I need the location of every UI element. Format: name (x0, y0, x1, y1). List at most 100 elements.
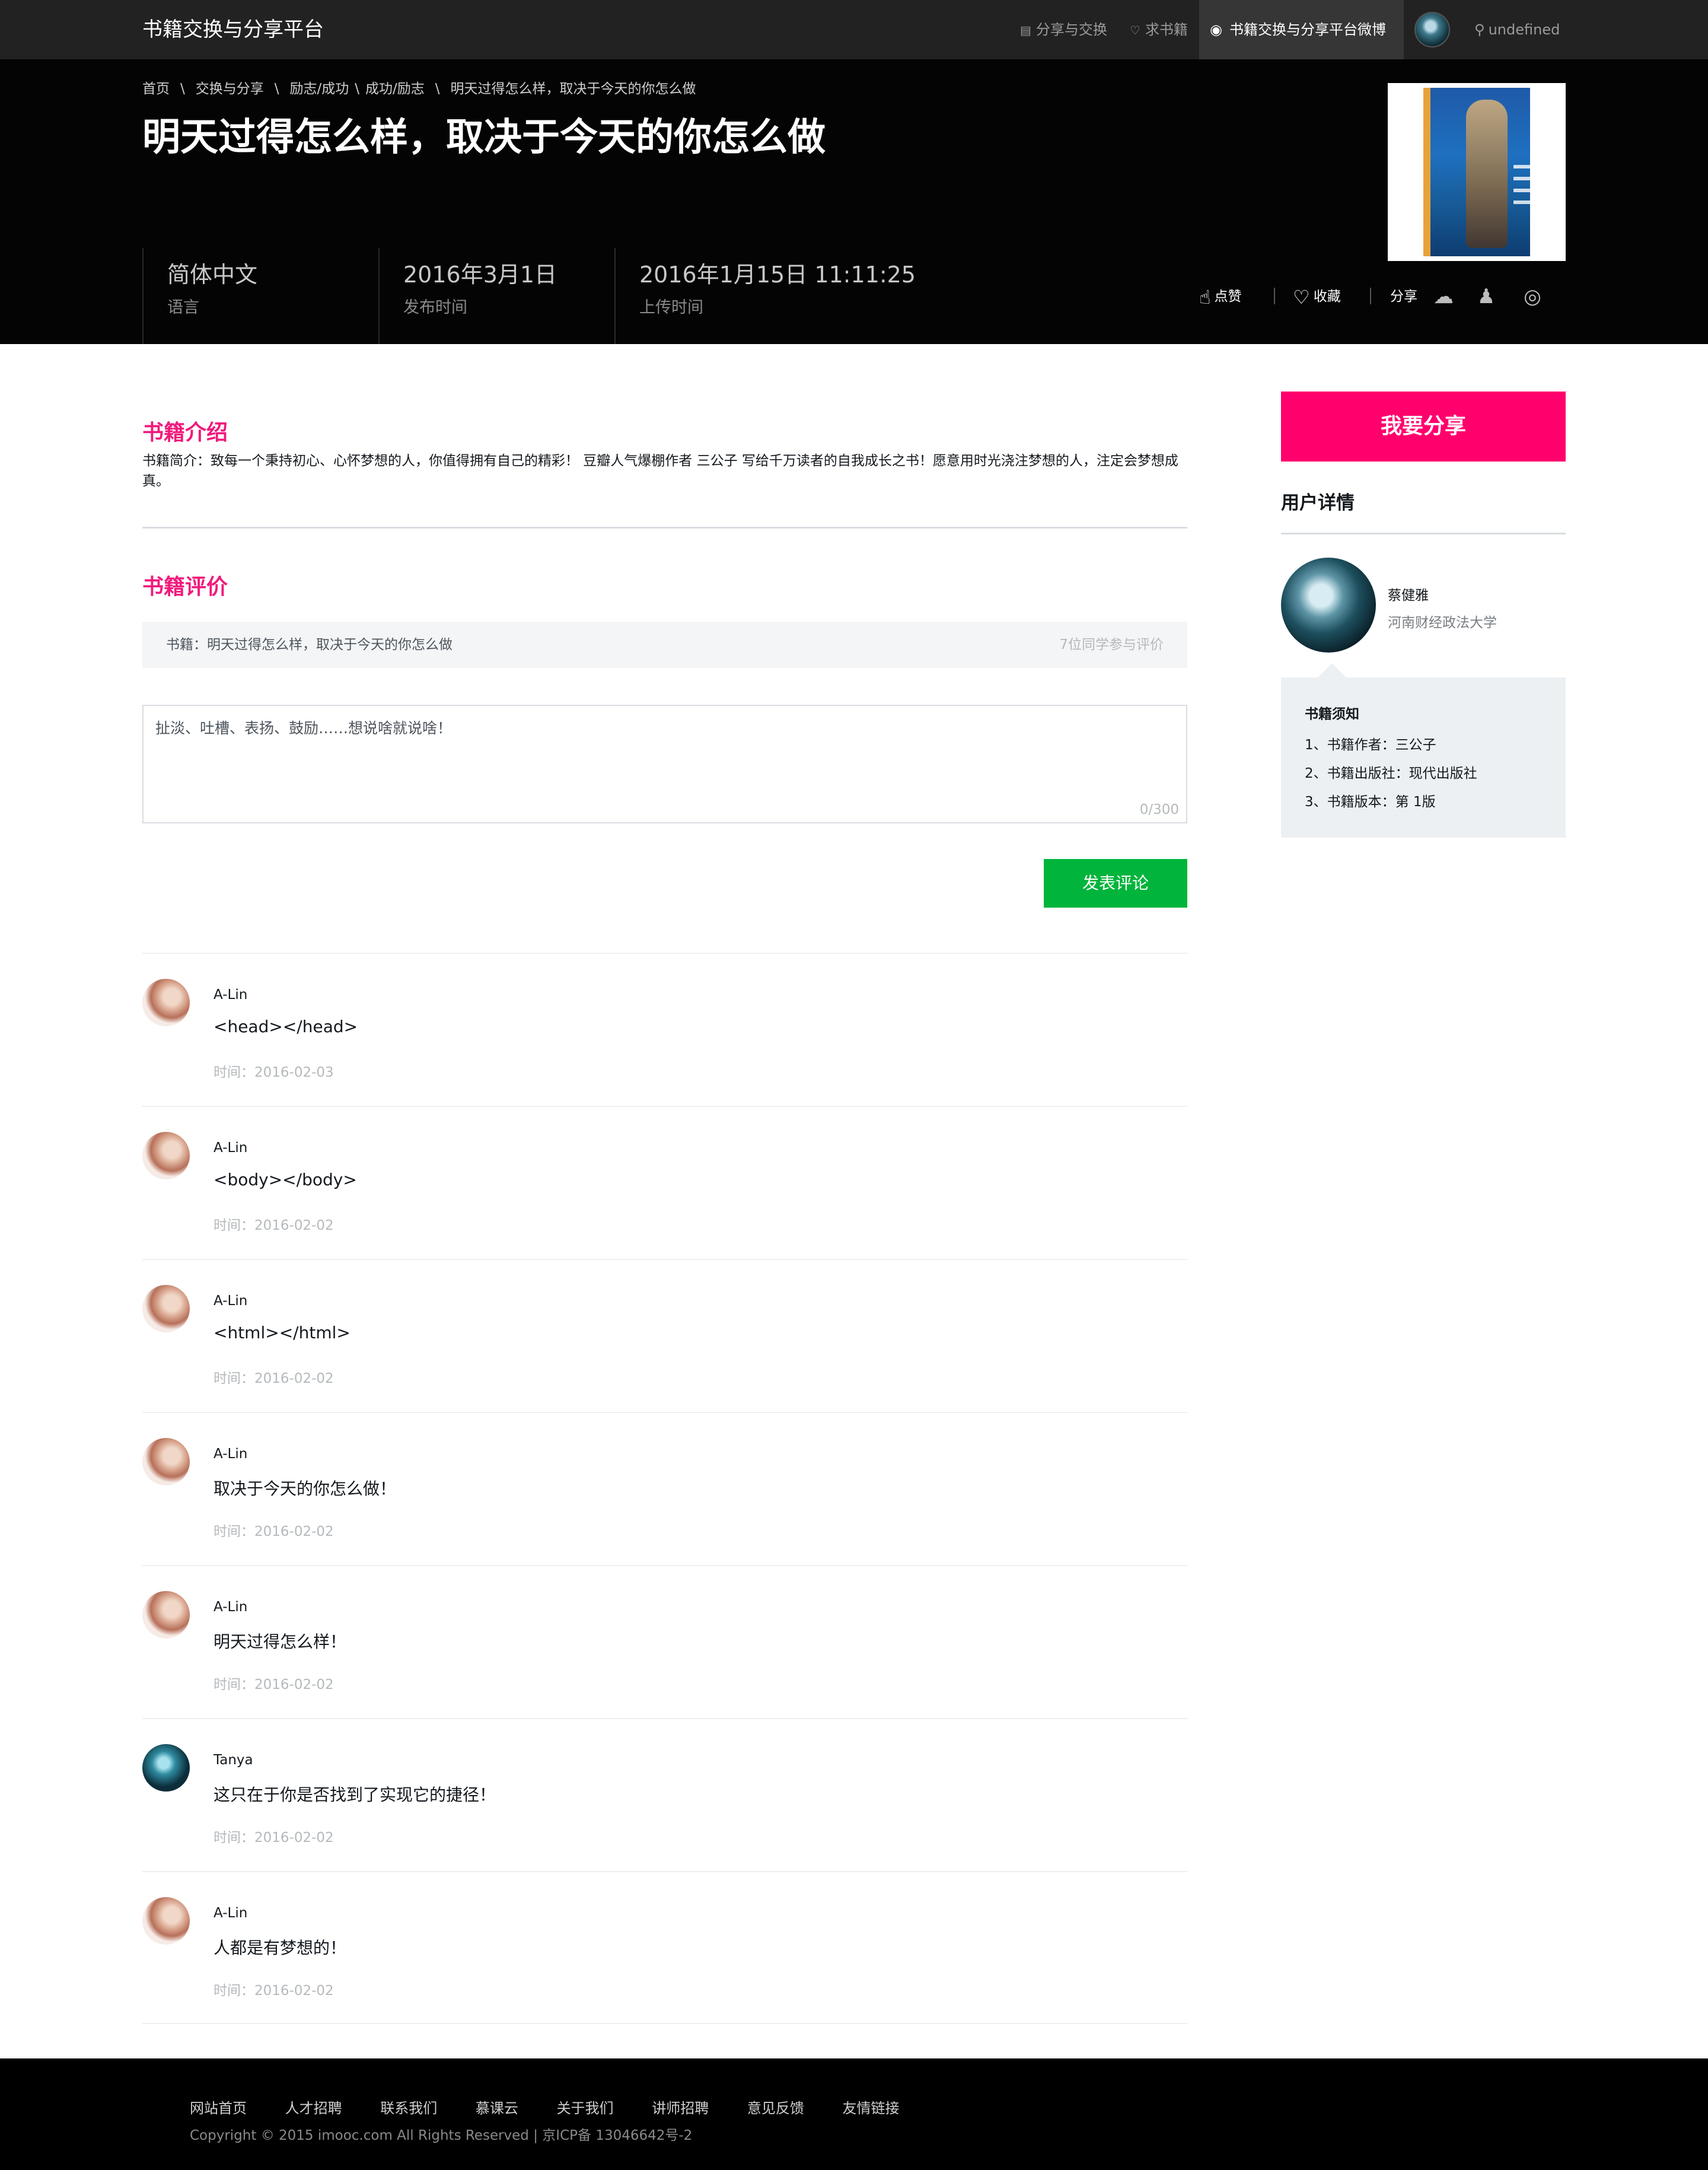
commenter-name[interactable]: A-Lin (214, 1905, 247, 1921)
divider (1281, 533, 1566, 534)
favorite-button[interactable]: ♡ 收藏 (1293, 285, 1341, 308)
footer-link-jobs[interactable]: 人才招聘 (285, 2100, 342, 2117)
comment-text: <body></body> (214, 1170, 357, 1189)
book-icon: ▤ (1020, 23, 1031, 37)
breadcrumb: 首页 \ 交换与分享 \ 励志/成功 \ 成功/励志 \ 明天过得怎么样，取决于今天的你怎么做 (142, 77, 696, 97)
footer-links: 网站首页 人才招聘 联系我们 慕课云 关于我们 讲师招聘 意见反馈 友情链接 (190, 2096, 933, 2117)
commenter-name[interactable]: A-Lin (214, 1599, 247, 1615)
footer-link-contact[interactable]: 联系我们 (380, 2100, 437, 2117)
commenter-name[interactable]: A-Lin (214, 1293, 247, 1309)
meta-language-label: 语言 (167, 298, 199, 317)
comment-item: A-Lin 取决于今天的你怎么做！ 时间：2016-02-02 (142, 1412, 1187, 1565)
footer-link-friends[interactable]: 友情链接 (842, 2100, 899, 2117)
breadcrumb-separator: \ (180, 81, 185, 97)
book-cover-image (1423, 88, 1537, 256)
submit-comment-button[interactable]: 发表评论 (1044, 859, 1187, 908)
breadcrumb-category[interactable]: 励志/成功 (290, 81, 349, 97)
comment-text: <html></html> (214, 1323, 350, 1342)
commenter-avatar[interactable] (142, 1438, 190, 1485)
comment-time: 时间：2016-02-02 (214, 1983, 334, 1999)
comment-textarea[interactable]: 扯淡、吐槽、表扬、鼓励……想说啥就说啥！ 0/300 (142, 705, 1187, 823)
footer-link-teachers[interactable]: 讲师招聘 (652, 2100, 709, 2117)
comment-text: <head></head> (214, 1017, 358, 1036)
divider (1370, 288, 1371, 304)
comment-time: 时间：2016-02-03 (214, 1065, 334, 1080)
like-button[interactable]: ☝ 点赞 (1199, 285, 1241, 308)
comment-time: 时间：2016-02-02 (214, 1677, 334, 1692)
breadcrumb-separator: \ (435, 81, 440, 97)
book-notice-box: 书籍须知 1、书籍作者：三公子 2、书籍出版社：现代出版社 3、书籍版本：第 1… (1281, 677, 1566, 838)
commenter-avatar[interactable] (142, 1285, 190, 1332)
comment-text: 这只在于你是否找到了实现它的捷径！ (214, 1785, 496, 1805)
footer-copyright: Copyright © 2015 imooc.com All Rights Re… (190, 2128, 693, 2143)
comment-time: 时间：2016-02-02 (214, 1524, 334, 1539)
location-pin-icon: ⚲ (1474, 21, 1485, 38)
meta-upload-value: 2016年1月15日 11:11:25 (639, 262, 916, 288)
notice-publisher: 2、书籍出版社：现代出版社 (1305, 766, 1477, 781)
commenter-avatar[interactable] (142, 1591, 190, 1638)
divider (142, 527, 1187, 529)
comment-placeholder: 扯淡、吐槽、表扬、鼓励……想说啥就说啥！ (155, 720, 453, 737)
comment-text: 取决于今天的你怎么做！ (214, 1479, 397, 1498)
meta-upload-label: 上传时间 (639, 298, 703, 317)
intro-title: 书籍介绍 (142, 421, 228, 445)
user-avatar[interactable] (1281, 558, 1376, 653)
comment-time: 时间：2016-02-02 (214, 1371, 334, 1386)
commenter-avatar[interactable] (142, 1897, 190, 1945)
commenter-avatar[interactable] (142, 979, 190, 1026)
qq-icon[interactable]: ♟ (1474, 286, 1498, 307)
meta-publish-label: 发布时间 (403, 298, 467, 317)
nav-request-books[interactable]: ♡ 求书籍 (1130, 0, 1188, 59)
breadcrumb-separator: \ (355, 81, 359, 97)
wechat-icon[interactable]: ☁ (1432, 286, 1455, 307)
user-details-title: 用户详情 (1281, 492, 1355, 514)
breadcrumb-separator: \ (274, 81, 279, 97)
commenter-name[interactable]: A-Lin (214, 1140, 247, 1156)
comment-item: Tanya 这只在于你是否找到了实现它的捷径！ 时间：2016-02-02 (142, 1718, 1187, 1871)
notice-title: 书籍须知 (1305, 707, 1359, 722)
commenter-name[interactable]: A-Lin (214, 987, 247, 1003)
nav-share-exchange[interactable]: ▤ 分享与交换 (1020, 0, 1107, 59)
commenter-avatar[interactable] (142, 1132, 190, 1179)
meta-publish-value: 2016年3月1日 (403, 262, 557, 288)
divider (142, 2023, 1187, 2024)
breadcrumb-home[interactable]: 首页 (142, 81, 170, 97)
footer-link-feedback[interactable]: 意见反馈 (747, 2100, 804, 2117)
footer: 网站首页 人才招聘 联系我们 慕课云 关于我们 讲师招聘 意见反馈 友情链接 C… (0, 2058, 1708, 2170)
divider (1274, 288, 1275, 304)
review-info-bar: 书籍：明天过得怎么样，取决于今天的你怎么做 7位同学参与评价 (142, 622, 1187, 668)
book-cover (1388, 83, 1566, 261)
comment-time: 时间：2016-02-02 (214, 1218, 334, 1233)
nav-weibo-link[interactable]: ◉ 书籍交换与分享平台微博 (1199, 0, 1404, 59)
site-brand[interactable]: 书籍交换与分享平台 (142, 0, 324, 59)
commenter-avatar[interactable] (142, 1744, 190, 1792)
breadcrumb-subcategory[interactable]: 成功/励志 (365, 81, 425, 97)
review-title: 书籍评价 (142, 575, 228, 599)
breadcrumb-exchange[interactable]: 交换与分享 (196, 81, 264, 97)
user-school: 河南财经政法大学 (1388, 615, 1497, 631)
heart-icon: ♡ (1293, 285, 1310, 308)
breadcrumb-current: 明天过得怎么样，取决于今天的你怎么做 (450, 81, 696, 97)
comment-text: 人都是有梦想的！ (214, 1938, 347, 1958)
comment-item: A-Lin 人都是有梦想的！ 时间：2016-02-02 (142, 1871, 1187, 2024)
share-label: 分享 (1390, 289, 1417, 304)
notice-author: 1、书籍作者：三公子 (1305, 737, 1436, 753)
footer-link-cloud[interactable]: 慕课云 (476, 2100, 518, 2117)
footer-link-about[interactable]: 关于我们 (557, 2100, 614, 2117)
user-name[interactable]: 蔡健雅 (1388, 584, 1429, 604)
commenter-name[interactable]: A-Lin (214, 1446, 247, 1462)
share-book-button[interactable]: 我要分享 (1281, 392, 1566, 462)
notice-edition: 3、书籍版本：第 1版 (1305, 794, 1436, 810)
footer-link-home[interactable]: 网站首页 (190, 2100, 247, 2117)
nav-user-avatar[interactable] (1414, 12, 1450, 47)
meta-language: 简体中文 语言 (142, 248, 378, 344)
intro-text: 书籍简介：致每一个秉持初心、心怀梦想的人，你值得拥有自己的精彩！ 豆瓣人气爆棚作… (142, 453, 1178, 489)
meta-language-value: 简体中文 (167, 262, 258, 288)
comment-item: A-Lin <body></body> 时间：2016-02-02 (142, 1106, 1187, 1259)
weibo-share-icon[interactable]: ◎ (1521, 286, 1544, 307)
book-title: 明天过得怎么样，取决于今天的你怎么做 (142, 116, 826, 160)
top-nav: 书籍交换与分享平台 ▤ 分享与交换 ♡ 求书籍 ◉ 书籍交换与分享平台微博 ⚲ unde… (0, 0, 1708, 59)
comment-icon: ♡ (1130, 23, 1140, 37)
nav-location[interactable]: ⚲ undefined (1474, 0, 1560, 59)
commenter-name[interactable]: Tanya (214, 1752, 253, 1768)
